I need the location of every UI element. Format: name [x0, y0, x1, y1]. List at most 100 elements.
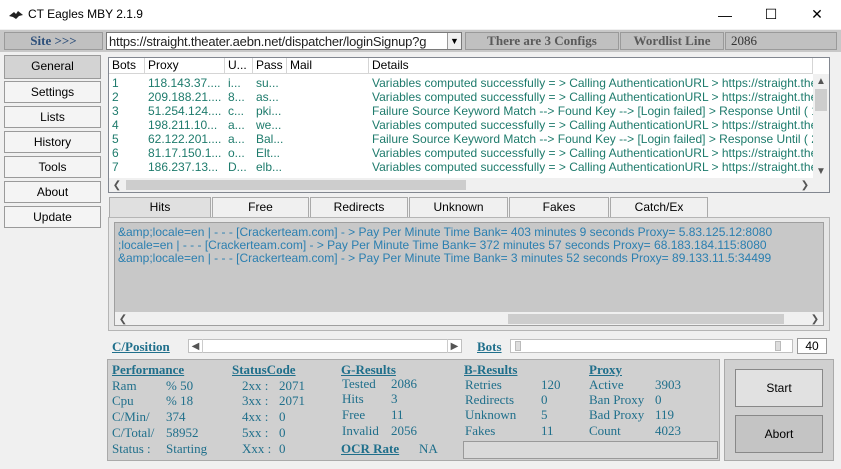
code-2xx-value: 2071: [279, 378, 305, 393]
nav-tools[interactable]: Tools: [4, 156, 101, 178]
bots-label: Bots: [477, 339, 502, 354]
cell-user: D...: [228, 160, 247, 174]
abort-button[interactable]: Abort: [735, 415, 823, 453]
cell-user: i...: [228, 76, 241, 90]
fakes-label: Fakes: [465, 423, 496, 438]
table-row[interactable]: 1 118.143.37.... i... su... Variables comput…: [109, 76, 813, 90]
redirects-value: 0: [541, 392, 548, 407]
dropdown-arrow-icon[interactable]: ▼: [447, 33, 461, 49]
site-label: Site >>>: [4, 32, 103, 50]
scroll-right-icon[interactable]: ❯: [807, 312, 823, 325]
site-url-value: https://straight.theater.aebn.net/dispat…: [109, 34, 427, 49]
status-output-box: [463, 441, 718, 459]
cell-bots: 4: [112, 118, 119, 132]
scroll-thumb[interactable]: [815, 89, 827, 111]
nav-lists[interactable]: Lists: [4, 106, 101, 128]
invalid-label: Invalid: [342, 423, 379, 438]
col-header-user[interactable]: U...: [225, 58, 253, 74]
table-row[interactable]: 4 198.211.10... a... we... Variables compute…: [109, 118, 813, 132]
maximize-button[interactable]: ☐: [748, 0, 794, 29]
close-button[interactable]: ✕: [794, 0, 840, 29]
table-row[interactable]: 6 81.17.150.1... o... Elt... Variables compu…: [109, 146, 813, 160]
bots-grid[interactable]: Bots Proxy U... Pass Mail Details 1 118.1…: [108, 57, 830, 193]
grid-vertical-scrollbar[interactable]: ▲ ▼: [813, 74, 829, 178]
cell-details: Variables computed successfully = > Call…: [372, 90, 813, 104]
table-row[interactable]: 3 51.254.124.... c... pki... Failure Source …: [109, 104, 813, 118]
scroll-down-icon[interactable]: ▼: [813, 164, 829, 178]
cell-pass: as...: [256, 90, 279, 104]
tab-fakes[interactable]: Fakes: [509, 197, 609, 217]
hits-log-textbox[interactable]: &amp;locale=en | - - - [Crackerteam.com]…: [114, 222, 824, 326]
col-header-details[interactable]: Details: [369, 58, 813, 74]
nav-general[interactable]: General: [4, 55, 101, 79]
site-url-combobox[interactable]: https://straight.theater.aebn.net/dispat…: [106, 32, 462, 50]
cell-user: c...: [228, 104, 245, 118]
cell-details: Variables computed successfully = > Call…: [372, 118, 813, 132]
cell-pass: we...: [256, 118, 282, 132]
tab-catch-ex[interactable]: Catch/Ex: [610, 197, 708, 217]
action-buttons-panel: Start Abort: [724, 359, 834, 461]
grid-horizontal-scrollbar[interactable]: ❮ ❯: [109, 178, 813, 192]
nav-update[interactable]: Update: [4, 206, 101, 228]
tab-hits[interactable]: Hits: [109, 197, 211, 217]
bots-count-input[interactable]: 40: [797, 338, 827, 354]
minimize-button[interactable]: —: [702, 0, 748, 29]
code-4xx-value: 0: [279, 409, 286, 424]
cell-details: Variables computed successfully = > Call…: [372, 160, 813, 174]
count-label: Count: [589, 423, 621, 438]
status-label: Status :: [112, 441, 151, 456]
cell-user: a...: [228, 118, 245, 132]
cell-proxy: 81.17.150.1...: [148, 146, 222, 160]
start-button[interactable]: Start: [735, 369, 823, 407]
ocr-rate-value: NA: [419, 441, 438, 456]
col-header-bots[interactable]: Bots: [109, 58, 145, 74]
performance-heading: Performance: [112, 362, 185, 377]
cell-pass: Bal...: [256, 132, 284, 146]
status-value: Starting: [166, 441, 208, 456]
slider-left-thumb[interactable]: [515, 341, 521, 351]
scroll-right-icon[interactable]: ❯: [797, 178, 813, 192]
cell-bots: 7: [112, 160, 119, 174]
slider-right-thumb[interactable]: [775, 341, 781, 351]
slider-left-icon[interactable]: ◀: [189, 339, 203, 353]
active-value: 3903: [655, 377, 681, 392]
col-header-proxy[interactable]: Proxy: [145, 58, 225, 74]
wordlist-line-label: Wordlist Line: [620, 32, 724, 50]
table-row[interactable]: 2 209.188.21.... 8... as... Variables comput…: [109, 90, 813, 104]
bots-slider[interactable]: [510, 339, 793, 353]
tab-redirects[interactable]: Redirects: [310, 197, 408, 217]
cpu-label: Cpu: [112, 393, 134, 408]
cposition-slider[interactable]: ◀ ▶: [188, 339, 462, 353]
col-header-pass[interactable]: Pass: [253, 58, 287, 74]
tab-unknown[interactable]: Unknown: [409, 197, 508, 217]
cell-pass: Elt...: [256, 146, 281, 160]
cmin-label: C/Min/: [112, 409, 150, 424]
nav-history[interactable]: History: [4, 131, 101, 153]
table-row[interactable]: 5 62.122.201.... a... Bal... Failure Source …: [109, 132, 813, 146]
table-row[interactable]: 7 186.237.13... D... elb... Variables comput…: [109, 160, 813, 174]
statuscode-heading: StatusCode: [232, 362, 296, 377]
code-5xx-value: 0: [279, 425, 286, 440]
ctotal-value: 58952: [166, 425, 199, 440]
retries-label: Retries: [465, 377, 502, 392]
cell-details: Failure Source Keyword Match --> Found K…: [372, 132, 813, 146]
log-horizontal-scrollbar[interactable]: ❮ ❯: [115, 312, 823, 325]
slider-right-icon[interactable]: ▶: [447, 339, 461, 353]
nav-about[interactable]: About: [4, 181, 101, 203]
nav-settings[interactable]: Settings: [4, 81, 101, 103]
col-header-mail[interactable]: Mail: [287, 58, 369, 74]
window-title: CT Eagles MBY 2.1.9: [28, 7, 143, 21]
scroll-corner: [813, 178, 829, 192]
cell-proxy: 186.237.13...: [148, 160, 219, 174]
cell-pass: su...: [256, 76, 279, 90]
scroll-up-icon[interactable]: ▲: [813, 74, 829, 88]
tab-free[interactable]: Free: [212, 197, 309, 217]
cell-pass: elb...: [256, 160, 283, 174]
scroll-left-icon[interactable]: ❮: [109, 178, 125, 192]
results-tabs: Hits Free Redirects Unknown Fakes Catch/…: [108, 195, 830, 218]
wordlist-line-value: 2086: [725, 32, 837, 50]
free-value: 11: [391, 407, 404, 422]
scroll-thumb[interactable]: [508, 314, 784, 324]
scroll-left-icon[interactable]: ❮: [115, 312, 131, 325]
scroll-thumb[interactable]: [126, 180, 466, 190]
